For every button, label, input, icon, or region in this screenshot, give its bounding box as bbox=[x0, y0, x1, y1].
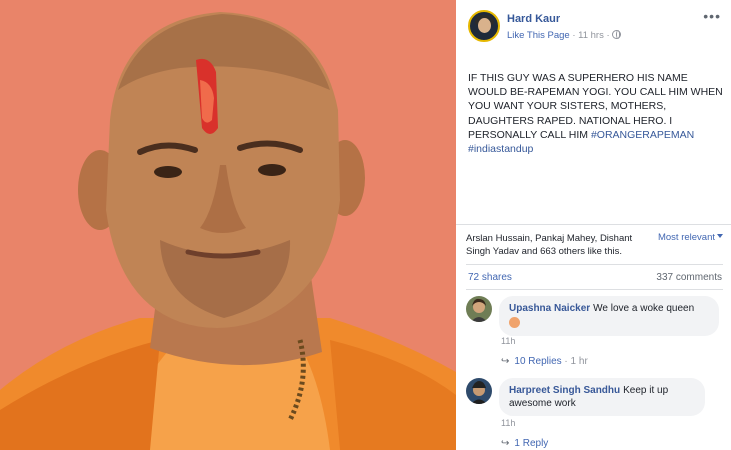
post-photo[interactable] bbox=[0, 0, 456, 450]
divider bbox=[456, 224, 731, 225]
comment-bubble: Upashna Naicker We love a woke queen bbox=[499, 296, 719, 336]
reactions-summary[interactable]: Arslan Hussain, Pankaj Mahey, Dishant Si… bbox=[466, 232, 651, 258]
post-panel: Hard Kaur Like This Page · 11 hrs · ••• … bbox=[456, 0, 731, 450]
view-replies-link[interactable]: ↪ 10 Replies · 1 hr bbox=[501, 356, 588, 367]
replies-count: 1 Reply bbox=[514, 438, 549, 449]
replies-count: 10 Replies bbox=[514, 356, 562, 367]
replies-separator: · bbox=[561, 356, 571, 367]
comment-time[interactable]: 11h bbox=[501, 418, 515, 428]
view-replies-link[interactable]: ↪ 1 Reply bbox=[501, 438, 548, 449]
replies-time: 1 hr bbox=[570, 356, 588, 367]
hashtag-indiastandup[interactable]: #indiastandup bbox=[468, 143, 533, 155]
avatar-face bbox=[478, 18, 491, 33]
caret-down-icon bbox=[717, 234, 723, 238]
shares-count[interactable]: 72 shares bbox=[468, 272, 512, 283]
reply-arrow-icon: ↪ bbox=[501, 438, 510, 449]
more-options-icon[interactable]: ••• bbox=[703, 8, 721, 24]
raised-hand-emoji-icon bbox=[509, 317, 520, 328]
commenter-avatar[interactable] bbox=[466, 378, 492, 404]
sort-label: Most relevant bbox=[657, 232, 715, 243]
commenter-avatar[interactable] bbox=[466, 296, 492, 322]
comments-count[interactable]: 337 comments bbox=[656, 272, 722, 283]
globe-icon bbox=[612, 30, 622, 39]
hashtag-orangerapeman[interactable]: #ORANGERAPEMAN bbox=[591, 129, 694, 141]
post-text: IF THIS GUY WAS A SUPERHERO HIS NAME WOU… bbox=[468, 71, 726, 156]
like-page-link[interactable]: Like This Page bbox=[507, 30, 570, 41]
comment-text: We love a woke queen bbox=[593, 303, 695, 314]
page-name-link[interactable]: Hard Kaur bbox=[507, 13, 560, 25]
reply-arrow-icon: ↪ bbox=[501, 356, 510, 367]
post-time[interactable]: 11 hrs bbox=[578, 30, 604, 41]
post-meta: Like This Page · 11 hrs · bbox=[507, 30, 622, 41]
page-avatar[interactable] bbox=[468, 10, 500, 42]
portrait-image bbox=[0, 0, 456, 450]
comment-bubble: Harpreet Singh Sandhu Keep it up awesome … bbox=[499, 378, 705, 416]
divider bbox=[466, 264, 723, 265]
comment-time[interactable]: 11h bbox=[501, 336, 515, 346]
divider bbox=[466, 289, 723, 290]
post-header: Hard Kaur Like This Page · 11 hrs · ••• bbox=[456, 0, 731, 48]
sort-comments-dropdown[interactable]: Most relevant bbox=[658, 232, 723, 243]
comment-author[interactable]: Harpreet Singh Sandhu bbox=[509, 385, 620, 396]
comment-author[interactable]: Upashna Naicker bbox=[509, 303, 590, 314]
